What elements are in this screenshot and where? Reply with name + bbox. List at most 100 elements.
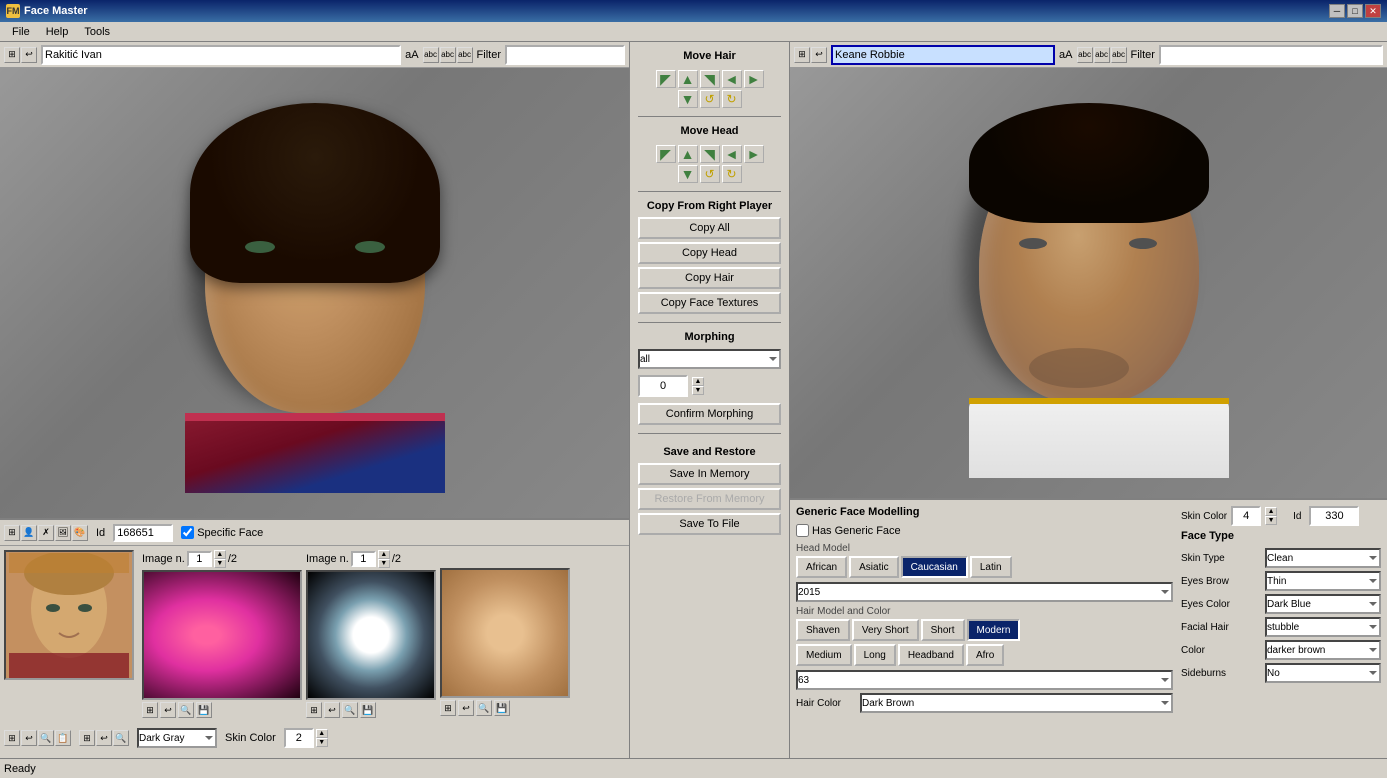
copy-all-button[interactable]: Copy All [638,217,781,239]
head-rotate-l[interactable]: ↺ [700,165,720,183]
image-n1-down[interactable]: ▼ [214,559,226,568]
image-n2-input[interactable] [351,551,376,567]
bt-icon1[interactable]: ⊞ [4,730,20,746]
right-abc-1[interactable]: abc [1077,47,1093,63]
head-arrow-right[interactable]: ► [744,145,764,163]
left-status-icon-4[interactable]: 🖼 [55,525,71,541]
hair-long[interactable]: Long [854,644,896,666]
head-rotate-r[interactable]: ↻ [722,165,742,183]
hair-arrow-upleft[interactable]: ◤ [656,70,676,88]
eyes-brow-select[interactable]: Thin Normal Thick [1265,571,1381,591]
img2-icon2[interactable]: ↩ [324,702,340,718]
img1-icon1[interactable]: ⊞ [142,702,158,718]
right-abc-2[interactable]: abc [1094,47,1110,63]
skin-save[interactable]: 💾 [494,700,510,716]
hair-arrow-left[interactable]: ◄ [722,70,742,88]
hair-arrow-down[interactable]: ▼ [678,90,698,108]
hair-style-select[interactable]: 63 [796,670,1173,690]
head-latin[interactable]: Latin [970,556,1012,578]
head-african[interactable]: African [796,556,847,578]
right-abc-3[interactable]: abc [1111,47,1127,63]
dark-gray-select[interactable]: Dark Gray [137,728,217,748]
hair-arrow-upright[interactable]: ◥ [700,70,720,88]
specific-face-checkbox-label[interactable]: Specific Face [181,526,263,539]
hair-afro[interactable]: Afro [966,644,1004,666]
bt-icon7[interactable]: 🔍 [113,730,129,746]
head-arrow-upleft[interactable]: ◤ [656,145,676,163]
save-file-button[interactable]: Save To File [638,513,781,535]
img2-save[interactable]: 💾 [360,702,376,718]
left-status-icon-2[interactable]: 👤 [21,525,37,541]
facial-hair-select[interactable]: stubble none beard [1265,617,1381,637]
left-icon-2[interactable]: ↩ [21,47,37,63]
skin-color-top-input[interactable] [1231,506,1261,526]
hair-arrow-right[interactable]: ► [744,70,764,88]
menu-file[interactable]: File [4,24,38,40]
head-arrow-upright[interactable]: ◥ [700,145,720,163]
skin-zoom[interactable]: 🔍 [476,700,492,716]
hair-rotate-l[interactable]: ↺ [700,90,720,108]
copy-head-button[interactable]: Copy Head [638,242,781,264]
morphing-val-up[interactable]: ▲ [692,377,704,386]
left-status-icon-1[interactable]: ⊞ [4,525,20,541]
skin-color-top-up[interactable]: ▲ [1265,507,1277,516]
save-memory-button[interactable]: Save In Memory [638,463,781,485]
id-input[interactable] [113,524,173,542]
head-asiatic[interactable]: Asiatic [849,556,898,578]
bt-icon2[interactable]: ↩ [21,730,37,746]
morphing-val-down[interactable]: ▼ [692,386,704,395]
skin-icon2[interactable]: ↩ [458,700,474,716]
img2-zoom[interactable]: 🔍 [342,702,358,718]
image-n1-input[interactable] [187,551,212,567]
id-input-right[interactable] [1309,506,1359,526]
skin-color-down[interactable]: ▼ [316,738,328,747]
image-n1-up[interactable]: ▲ [214,550,226,559]
restore-memory-button[interactable]: Restore From Memory [638,488,781,510]
menu-tools[interactable]: Tools [76,24,118,40]
menu-help[interactable]: Help [38,24,77,40]
left-abc-2[interactable]: abc [440,47,456,63]
morphing-value-input[interactable] [638,375,688,397]
left-abc-1[interactable]: abc [423,47,439,63]
maximize-button[interactable]: □ [1347,4,1363,18]
minimize-button[interactable]: ─ [1329,4,1345,18]
copy-hair-button[interactable]: Copy Hair [638,267,781,289]
bt-icon5[interactable]: ⊞ [79,730,95,746]
skin-color-top-down[interactable]: ▼ [1265,516,1277,525]
color-select[interactable]: darker brown brown black [1265,640,1381,660]
image-n2-up[interactable]: ▲ [378,550,390,559]
img2-icon1[interactable]: ⊞ [306,702,322,718]
hair-very-short[interactable]: Very Short [852,619,919,641]
copy-face-textures-button[interactable]: Copy Face Textures [638,292,781,314]
right-filter-input[interactable] [1159,45,1383,65]
head-arrow-up[interactable]: ▲ [678,145,698,163]
left-filter-input[interactable] [505,45,625,65]
right-player-input[interactable] [831,45,1055,65]
year-select[interactable]: 2015 [796,582,1173,602]
sideburns-select[interactable]: No Yes [1265,663,1381,683]
head-arrow-down[interactable]: ▼ [678,165,698,183]
bt-icon6[interactable]: ↩ [96,730,112,746]
eyes-color-select[interactable]: Dark Blue Blue Green Brown [1265,594,1381,614]
image-n2-down[interactable]: ▼ [378,559,390,568]
skin-type-select[interactable]: Clean Normal Oily [1265,548,1381,568]
hair-modern[interactable]: Modern [967,619,1021,641]
has-generic-checkbox[interactable] [796,524,809,537]
img1-zoom[interactable]: 🔍 [178,702,194,718]
img1-icon2[interactable]: ↩ [160,702,176,718]
right-icon-1[interactable]: ⊞ [794,47,810,63]
hair-short[interactable]: Short [921,619,965,641]
left-abc-3[interactable]: abc [457,47,473,63]
skin-color-up[interactable]: ▲ [316,729,328,738]
hair-color-select[interactable]: Dark Brown [860,693,1173,713]
head-caucasian[interactable]: Caucasian [901,556,968,578]
specific-face-checkbox[interactable] [181,526,194,539]
hair-rotate-r[interactable]: ↻ [722,90,742,108]
skin-icon1[interactable]: ⊞ [440,700,456,716]
hair-shaven[interactable]: Shaven [796,619,850,641]
hair-arrow-up[interactable]: ▲ [678,70,698,88]
close-button[interactable]: ✕ [1365,4,1381,18]
left-icon-1[interactable]: ⊞ [4,47,20,63]
left-status-icon-3[interactable]: ✗ [38,525,54,541]
left-player-input[interactable] [41,45,401,65]
